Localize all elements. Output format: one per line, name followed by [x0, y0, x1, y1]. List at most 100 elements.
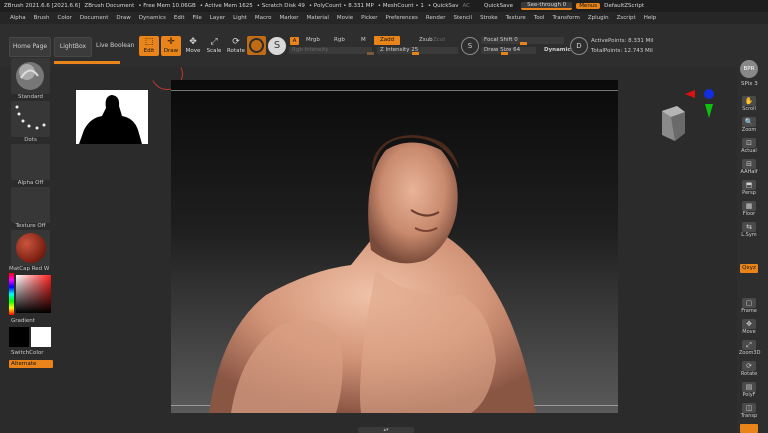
gizmo-button[interactable]	[247, 36, 266, 55]
bottom-tray-handle[interactable]: ▴▾	[358, 427, 414, 433]
standard-brush-icon	[16, 62, 44, 90]
hue-strip[interactable]	[9, 273, 14, 315]
menu-item-texture[interactable]: Texture	[506, 15, 526, 21]
menu-item-macro[interactable]: Macro	[255, 15, 272, 21]
brush-thumbnail[interactable]	[11, 58, 50, 94]
menu-bar: Alpha Brush Color Document Draw Dynamics Edit F…	[0, 12, 768, 24]
menu-item-picker[interactable]: Picker	[361, 15, 377, 21]
menu-item-alpha[interactable]: Alpha	[10, 15, 26, 21]
move-icon: ✥	[189, 37, 197, 47]
draw-size-knob	[501, 52, 508, 55]
draw-size-slider[interactable]: Draw Size 64	[481, 47, 536, 54]
secondary-color-swatch[interactable]	[31, 327, 51, 347]
draw-button[interactable]: ✛ Draw	[161, 36, 181, 56]
rotate-view-icon: ⟳	[742, 361, 756, 371]
menus-button[interactable]: Menus	[576, 3, 601, 9]
active-points: ActivePoints: 8.331 Mil	[591, 38, 654, 44]
menu-item-stencil[interactable]: Stencil	[453, 15, 472, 21]
menu-item-tool[interactable]: Tool	[534, 15, 545, 21]
menu-item-dynamics[interactable]: Dynamics	[139, 15, 166, 21]
default-zscript-button[interactable]: DefaultZScript	[604, 3, 644, 9]
see-through-slider[interactable]: See-through 0	[521, 2, 573, 10]
move-view-icon: ✥	[742, 319, 756, 329]
s-button[interactable]: S	[461, 37, 479, 55]
lightbox-button[interactable]: LightBox	[54, 37, 92, 57]
bottom-orange-button[interactable]	[740, 424, 758, 433]
progress-bar	[54, 61, 120, 64]
scroll-button[interactable]: ✋ Scroll	[739, 96, 759, 114]
menu-item-layer[interactable]: Layer	[210, 15, 225, 21]
move-view-button[interactable]: ✥ Move	[739, 319, 759, 337]
m-button[interactable]: M	[361, 37, 366, 43]
zcut-button[interactable]: Zcut	[433, 37, 445, 43]
active-mem: • Active Mem 1625	[199, 3, 253, 9]
transp-button[interactable]: ◫ Transp	[739, 403, 759, 421]
frame-button[interactable]: ▢ Frame	[739, 298, 759, 316]
menu-item-draw[interactable]: Draw	[116, 15, 130, 21]
dynamic-button[interactable]: Dynamic	[544, 47, 571, 53]
draw-icon: ✛	[167, 37, 175, 47]
axis-gizmo[interactable]	[683, 86, 717, 120]
silhouette-icon	[79, 95, 142, 144]
menu-item-preferences[interactable]: Preferences	[386, 15, 418, 21]
rgb-button[interactable]: Rgb	[334, 37, 345, 43]
rotate-button[interactable]: ⟳ Rotate	[226, 36, 246, 56]
zoom3d-button[interactable]: ⤢ Zoom3D	[739, 340, 760, 358]
lsym-button[interactable]: ⇆ L.Sym	[739, 222, 759, 240]
menu-item-file[interactable]: File	[193, 15, 202, 21]
texture-thumbnail[interactable]	[11, 187, 50, 223]
viewport-canvas[interactable]	[171, 80, 618, 413]
mrgb-button[interactable]: Mrgb	[306, 37, 320, 43]
menu-item-edit[interactable]: Edit	[174, 15, 185, 21]
qxyz-button[interactable]: Qxyz	[740, 264, 758, 273]
menu-item-zscript[interactable]: Zscript	[617, 15, 636, 21]
alpha-thumbnail[interactable]	[11, 144, 50, 180]
polyf-button[interactable]: ▤ PolyF	[739, 382, 759, 400]
edit-button[interactable]: ⬚ Edit	[139, 36, 159, 56]
menu-item-render[interactable]: Render	[426, 15, 446, 21]
zoom-button[interactable]: 🔍 Zoom	[739, 117, 759, 135]
ac-label: AC	[462, 3, 471, 9]
spix-slider[interactable]: SPix 3	[741, 81, 758, 87]
menu-item-movie[interactable]: Movie	[337, 15, 353, 21]
color-square[interactable]	[16, 275, 51, 313]
alternate-button[interactable]: Alternate	[9, 360, 53, 368]
sculpt-model	[209, 135, 536, 413]
floor-button[interactable]: ▦ Floor	[739, 201, 759, 219]
bpr-button[interactable]: BPR	[740, 60, 758, 78]
z-intensity-knob	[412, 52, 419, 55]
gradient-label[interactable]: Gradient	[11, 318, 35, 324]
menu-item-stroke[interactable]: Stroke	[480, 15, 498, 21]
menu-item-document[interactable]: Document	[80, 15, 109, 21]
actual-button[interactable]: ⊡ Actual	[739, 138, 759, 156]
a-toggle[interactable]: A	[290, 37, 299, 45]
rotate-view-button[interactable]: ⟳ Rotate	[739, 361, 759, 379]
stroke-thumbnail[interactable]	[11, 101, 50, 137]
zsub-button[interactable]: Zsub	[419, 37, 433, 43]
menu-item-zplugin[interactable]: Zplugin	[588, 15, 609, 21]
menu-item-transform[interactable]: Transform	[552, 15, 579, 21]
rotate-icon: ⟳	[232, 37, 240, 47]
d-button[interactable]: D	[570, 37, 588, 55]
material-thumbnail[interactable]	[11, 230, 50, 266]
menu-item-marker[interactable]: Marker	[280, 15, 299, 21]
live-boolean-button[interactable]: Live Boolean	[96, 37, 138, 55]
sculptris-pro-button[interactable]: S	[268, 37, 286, 55]
scale-button[interactable]: ⤢ Scale	[204, 36, 224, 56]
dots-stroke-icon	[15, 105, 46, 130]
menu-item-help[interactable]: Help	[644, 15, 657, 21]
menu-item-light[interactable]: Light	[233, 15, 247, 21]
switch-color-button[interactable]: SwitchColor	[11, 350, 44, 356]
color-picker[interactable]	[9, 273, 51, 315]
menu-item-color[interactable]: Color	[58, 15, 72, 21]
primary-color-swatch[interactable]	[9, 327, 29, 347]
persp-button[interactable]: ⬒ Persp	[739, 180, 759, 198]
aahalf-button[interactable]: ⊟ AAHalf	[739, 159, 759, 177]
menu-item-material[interactable]: Material	[307, 15, 329, 21]
zadd-button[interactable]: Zadd	[374, 36, 400, 45]
move-button[interactable]: ✥ Move	[183, 36, 203, 56]
quicksave-button[interactable]: QuickSave	[484, 3, 513, 9]
home-page-button[interactable]: Home Page	[9, 37, 51, 57]
rgb-intensity-slider[interactable]: Rgb Intensity	[289, 47, 372, 54]
menu-item-brush[interactable]: Brush	[34, 15, 50, 21]
